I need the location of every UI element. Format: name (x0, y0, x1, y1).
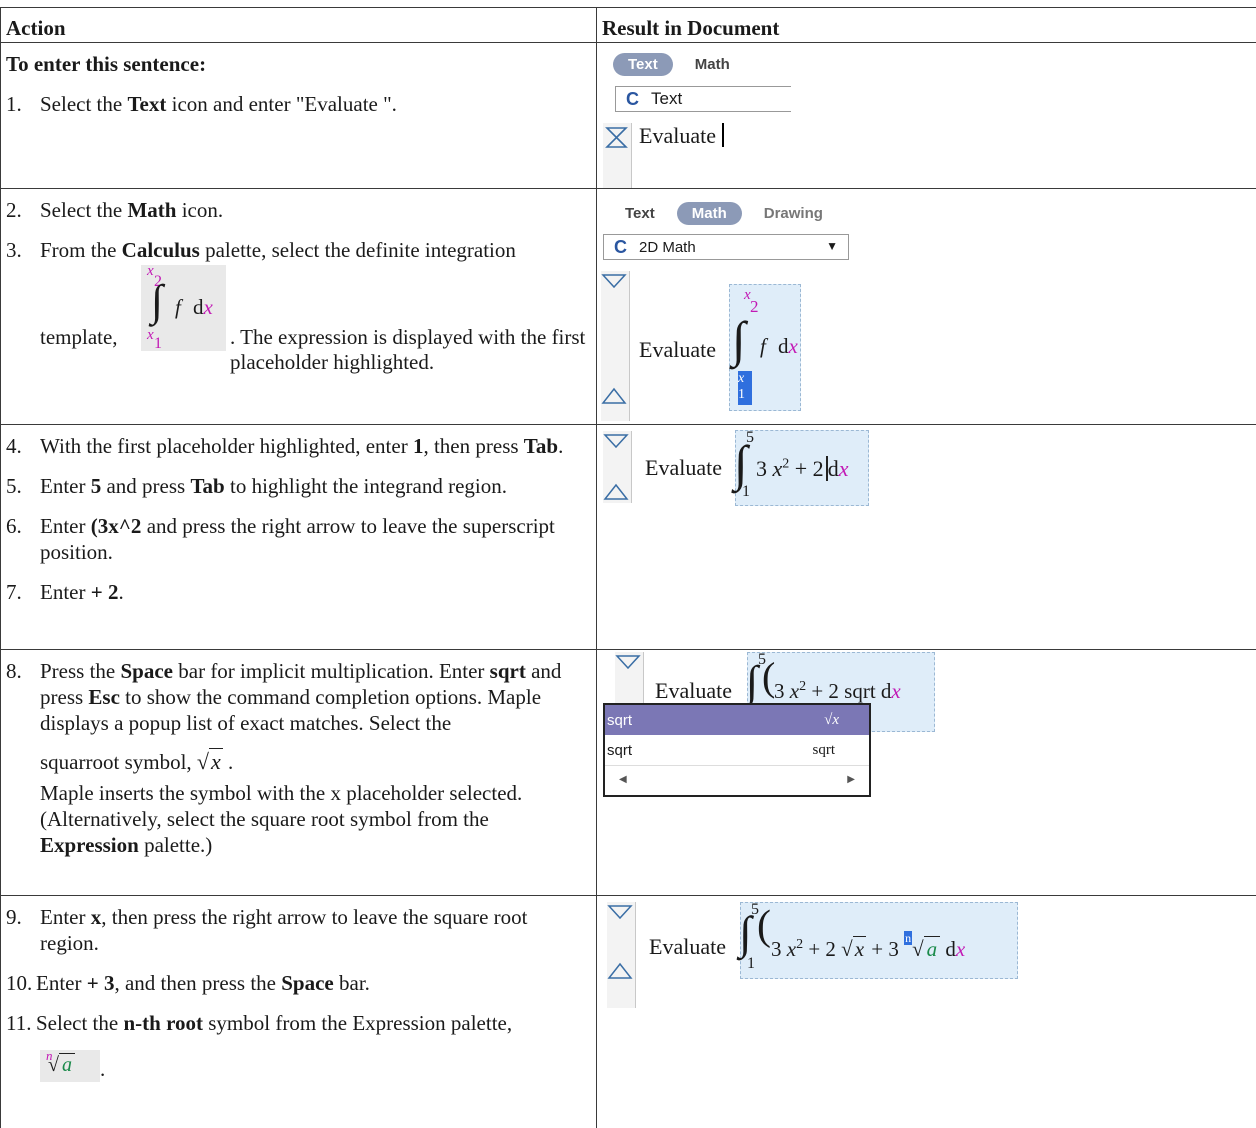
result-cell: Evaluate 5 ∫ 1 ( 3 x2 + 2 √x + 3 n√a dx (597, 896, 1256, 1128)
step-4: 4.With the first placeholder highlighted… (6, 433, 590, 459)
sqrt-symbol-icon: √x (197, 748, 223, 774)
action-cell: 9.Enter x, then press the right arrow to… (1, 896, 597, 1128)
group-bracket-icon[interactable] (607, 902, 633, 1008)
execution-gutter (603, 123, 632, 188)
table-row: 9.Enter x, then press the right arrow to… (1, 896, 1256, 1128)
dropdown-arrow-icon[interactable]: ▼ (826, 239, 838, 253)
table-row: 4.With the first placeholder highlighted… (1, 425, 1256, 650)
instruction-table: Action Result in Document To enter this … (0, 7, 1256, 1128)
step-8: 8.Press the Space bar for implicit multi… (6, 658, 590, 736)
step-5: 5.Enter 5 and press Tab to highlight the… (6, 473, 590, 499)
list-item[interactable]: sqrtsqrt (605, 735, 869, 765)
document-text: Evaluate (639, 123, 724, 149)
action-cell: 4.With the first placeholder highlighted… (1, 425, 597, 650)
highlighted-placeholder[interactable]: n (904, 931, 912, 945)
math-region[interactable]: x2 ∫ fdx x1 (729, 284, 801, 411)
step-9: 9.Enter x, then press the right arrow to… (6, 904, 590, 956)
table-row: 8.Press the Space bar for implicit multi… (1, 650, 1256, 896)
action-header: Action (1, 8, 597, 43)
step-11: 11.Select the n-th root symbol from the … (6, 1010, 590, 1036)
list-item[interactable]: sqrt√x (605, 705, 869, 735)
table-row: To enter this sentence: 1.Select the Tex… (1, 43, 1256, 189)
scroll-left-icon[interactable]: ◀ (619, 774, 627, 785)
execution-gutter (615, 652, 644, 706)
math-region[interactable]: 5 ∫ 1 ( 3 x2 + 2 √x + 3 n√a dx (740, 902, 1018, 979)
nth-root-icon[interactable]: n √a (40, 1050, 100, 1082)
intro-text: To enter this sentence: (6, 52, 206, 76)
step-7: 7.Enter + 2. (6, 579, 590, 605)
mode-selector[interactable]: CText (615, 86, 791, 112)
mode-selector[interactable]: C2D Math ▼ (603, 234, 849, 260)
highlighted-placeholder[interactable]: x1 (738, 371, 752, 405)
toolbar-tabs: Text Math Drawing (625, 202, 823, 225)
result-header: Result in Document (597, 8, 1256, 43)
step-2: 2.Select the Math icon. (6, 197, 590, 223)
tab-math[interactable]: Math (695, 56, 730, 73)
scroll-right-icon[interactable]: ▶ (847, 774, 855, 785)
table-row: 2.Select the Math icon. 3.From the Calcu… (1, 189, 1256, 425)
result-cell: Text Math CText Evaluate (597, 43, 1256, 189)
toolbar-tabs: Text Math (613, 53, 730, 76)
group-bracket-icon[interactable] (601, 271, 627, 421)
step-10: 10.Enter + 3, and then press the Space b… (6, 970, 590, 996)
integration-template-icon[interactable]: x2 ∫ fdx x1 (141, 265, 226, 351)
horizontal-scrollbar[interactable]: ◀▶ (605, 765, 869, 792)
tab-text[interactable]: Text (613, 53, 673, 76)
text-cursor (722, 123, 724, 147)
completion-popup: sqrt√x sqrtsqrt ◀▶ (603, 703, 871, 797)
group-bracket-icon[interactable] (615, 652, 641, 706)
execution-gutter (607, 902, 636, 1008)
c-icon: C (614, 237, 627, 258)
action-cell: 8.Press the Space bar for implicit multi… (1, 650, 597, 896)
step-3: 3.From the Calculus palette, select the … (6, 237, 590, 263)
c-icon: C (626, 89, 639, 110)
execution-gutter (601, 271, 630, 421)
math-region[interactable]: 5 ∫ 1 3 x2 + 2dx (735, 430, 869, 506)
tab-text[interactable]: Text (625, 205, 655, 222)
action-cell: 2.Select the Math icon. 3.From the Calcu… (1, 189, 597, 425)
execution-gutter (603, 431, 632, 503)
action-cell: To enter this sentence: 1.Select the Tex… (1, 43, 597, 189)
group-bracket-icon[interactable] (603, 431, 629, 503)
step-1: 1.Select the Text icon and enter "Evalua… (6, 91, 590, 117)
step-6: 6.Enter (3x^2 and press the right arrow … (6, 513, 590, 565)
tab-drawing[interactable]: Drawing (764, 205, 823, 222)
result-cell: Evaluate 5 ∫ 1 3 x2 + 2dx (597, 425, 1256, 650)
result-cell: Evaluate 5 ∫ ( 3 x2 + 2 sqrt dx sqrt√x s… (597, 650, 1256, 896)
result-cell: Text Math Drawing C2D Math ▼ Evaluate x2… (597, 189, 1256, 425)
header-row: Action Result in Document (1, 8, 1256, 43)
hourglass-icon (604, 125, 630, 151)
tab-math[interactable]: Math (677, 202, 742, 225)
